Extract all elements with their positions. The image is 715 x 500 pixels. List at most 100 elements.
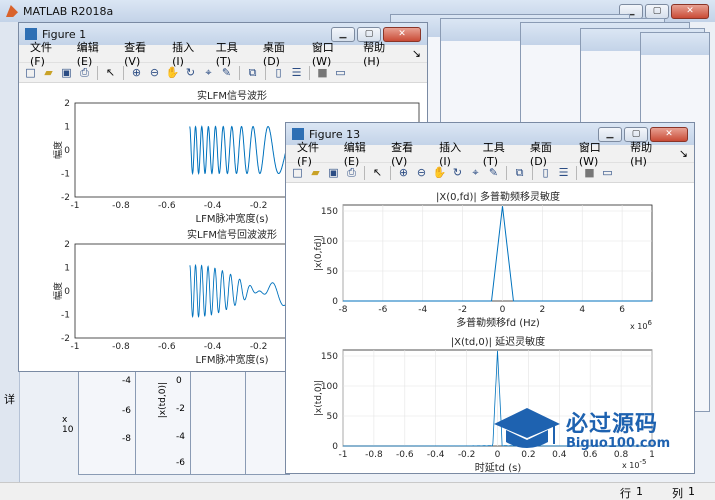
left-panel-label: 详 bbox=[4, 393, 15, 406]
matlab-logo-icon bbox=[6, 5, 18, 17]
brush-icon[interactable]: ✎ bbox=[486, 165, 501, 180]
bg-tick: -6 bbox=[176, 458, 185, 468]
menu-file[interactable]: 文件(F) bbox=[25, 39, 72, 68]
y-tick-label: 0 bbox=[64, 287, 70, 297]
close-button[interactable]: ✕ bbox=[671, 3, 709, 19]
plot4-ylabel: |x(td,0)| bbox=[314, 380, 324, 416]
data-cursor-icon[interactable]: ⌖ bbox=[201, 65, 216, 80]
x-tick-label: 4 bbox=[579, 305, 585, 315]
data-cursor-icon[interactable]: ⌖ bbox=[468, 165, 483, 180]
plot2-ylabel: 幅度 bbox=[52, 282, 64, 300]
y-tick-label: 50 bbox=[327, 412, 339, 422]
menu-file[interactable]: 文件(F) bbox=[292, 139, 339, 168]
status-col-label: 列 bbox=[672, 487, 683, 500]
menu-view[interactable]: 查看(V) bbox=[386, 139, 434, 168]
zoom-out-icon[interactable]: ⊖ bbox=[414, 165, 429, 180]
open-file-icon[interactable]: ▰ bbox=[308, 165, 323, 180]
save-icon[interactable]: ▣ bbox=[59, 65, 74, 80]
link-plot-icon[interactable]: ⧉ bbox=[512, 165, 527, 180]
x-tick-label: -0.8 bbox=[112, 201, 130, 211]
bg-exponent: x 10 bbox=[62, 415, 74, 435]
save-icon[interactable]: ▣ bbox=[326, 165, 341, 180]
watermark: 必过源码 Biguo100.com bbox=[492, 404, 692, 460]
colorbar-icon[interactable]: ▯ bbox=[271, 65, 286, 80]
menu-insert[interactable]: 插入(I) bbox=[434, 139, 478, 168]
bg-tick: -2 bbox=[176, 404, 185, 414]
stacked-figure-window bbox=[245, 360, 290, 475]
x-tick-label: -1 bbox=[339, 450, 348, 460]
menu-edit[interactable]: 编辑(E) bbox=[72, 39, 119, 68]
status-row-label: 行 bbox=[620, 487, 631, 500]
legend-icon[interactable]: ☰ bbox=[556, 165, 571, 180]
pan-icon[interactable]: ✋ bbox=[432, 165, 447, 180]
status-row-value: 1 bbox=[636, 485, 643, 498]
menu-edit[interactable]: 编辑(E) bbox=[339, 139, 386, 168]
zoom-in-icon[interactable]: ⊕ bbox=[129, 65, 144, 80]
x-tick-label: -0.2 bbox=[250, 342, 268, 352]
plot1-ylabel: 幅度 bbox=[52, 141, 64, 159]
link-plot-icon[interactable]: ⧉ bbox=[245, 65, 260, 80]
x-tick-label: -0.6 bbox=[158, 201, 176, 211]
x-tick-label: -0.4 bbox=[204, 342, 222, 352]
plot4-title: |X(td,0)| 延迟灵敏度 bbox=[451, 335, 545, 348]
menu-dock-arrow-icon[interactable]: ↘ bbox=[674, 147, 694, 160]
x-tick-label: -0.2 bbox=[458, 450, 476, 460]
y-tick-label: -1 bbox=[61, 311, 70, 321]
bg-axis-label: |x(td,0)| bbox=[158, 382, 168, 419]
watermark-main: 必过源码 bbox=[566, 412, 659, 437]
zoom-out-icon[interactable]: ⊖ bbox=[147, 65, 162, 80]
y-tick-label: -2 bbox=[61, 193, 70, 203]
graduation-cap-icon bbox=[494, 408, 560, 448]
y-tick-label: 0 bbox=[64, 146, 70, 156]
maximize-button[interactable]: ▢ bbox=[645, 3, 669, 19]
rotate-icon[interactable]: ↻ bbox=[450, 165, 465, 180]
menu-tools[interactable]: 工具(T) bbox=[211, 39, 258, 68]
y-tick-label: 1 bbox=[64, 123, 70, 133]
x-tick-label: -0.4 bbox=[427, 450, 445, 460]
hide-plot-tools-icon[interactable]: ■ bbox=[315, 65, 330, 80]
new-figure-icon[interactable]: □ bbox=[290, 165, 305, 180]
x-tick-label: -0.6 bbox=[158, 342, 176, 352]
menu-insert[interactable]: 插入(I) bbox=[167, 39, 211, 68]
menu-window[interactable]: 窗口(W) bbox=[574, 139, 625, 168]
colorbar-icon[interactable]: ▯ bbox=[538, 165, 553, 180]
plot2-title: 实LFM信号回波波形 bbox=[187, 228, 277, 241]
x-tick-label: -2 bbox=[458, 305, 467, 315]
x-tick-label: -1 bbox=[71, 201, 80, 211]
legend-icon[interactable]: ☰ bbox=[289, 65, 304, 80]
show-plot-tools-icon[interactable]: ▭ bbox=[333, 65, 348, 80]
plot1-xlabel: LFM脉冲宽度(s) bbox=[196, 212, 269, 225]
status-bar: 行 1 列 1 bbox=[0, 482, 715, 500]
show-plot-tools-icon[interactable]: ▭ bbox=[600, 165, 615, 180]
menu-help[interactable]: 帮助(H) bbox=[625, 139, 674, 168]
menu-desktop[interactable]: 桌面(D) bbox=[258, 39, 307, 68]
plot2-xlabel: LFM脉冲宽度(s) bbox=[196, 353, 269, 366]
brush-icon[interactable]: ✎ bbox=[219, 65, 234, 80]
open-file-icon[interactable]: ▰ bbox=[41, 65, 56, 80]
x-tick-label: -0.8 bbox=[365, 450, 383, 460]
pointer-icon[interactable]: ↖ bbox=[370, 165, 385, 180]
bg-tick: 0 bbox=[176, 376, 182, 386]
menu-dock-arrow-icon[interactable]: ↘ bbox=[407, 47, 427, 60]
plot1-title: 实LFM信号波形 bbox=[197, 89, 267, 102]
pointer-icon[interactable]: ↖ bbox=[103, 65, 118, 80]
new-figure-icon[interactable]: □ bbox=[23, 65, 38, 80]
y-tick-label: 2 bbox=[64, 240, 70, 250]
x-tick-label: -1 bbox=[71, 342, 80, 352]
zoom-in-icon[interactable]: ⊕ bbox=[396, 165, 411, 180]
print-icon[interactable]: ⎙ bbox=[77, 65, 92, 80]
y-tick-label: 2 bbox=[64, 99, 70, 109]
plot3-title: |X(0,fd)| 多普勒频移灵敏度 bbox=[436, 190, 560, 203]
menu-tools[interactable]: 工具(T) bbox=[478, 139, 525, 168]
pan-icon[interactable]: ✋ bbox=[165, 65, 180, 80]
rotate-icon[interactable]: ↻ bbox=[183, 65, 198, 80]
menu-desktop[interactable]: 桌面(D) bbox=[525, 139, 574, 168]
menu-view[interactable]: 查看(V) bbox=[119, 39, 167, 68]
hide-plot-tools-icon[interactable]: ■ bbox=[582, 165, 597, 180]
menu-help[interactable]: 帮助(H) bbox=[358, 39, 407, 68]
bg-tick: -4 bbox=[122, 376, 131, 386]
menu-window[interactable]: 窗口(W) bbox=[307, 39, 358, 68]
x-tick-label: -0.6 bbox=[396, 450, 414, 460]
print-icon[interactable]: ⎙ bbox=[344, 165, 359, 180]
status-col-value: 1 bbox=[688, 485, 695, 498]
